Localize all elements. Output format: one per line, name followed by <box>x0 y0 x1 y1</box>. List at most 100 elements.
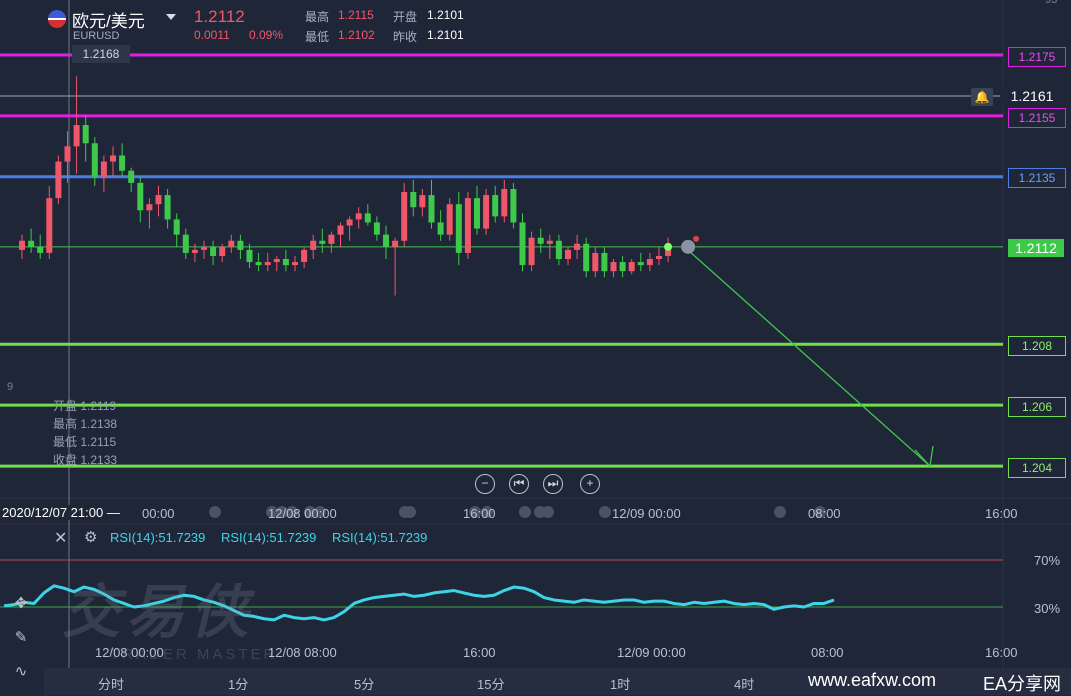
time-label-6: 16:00 <box>985 506 1018 521</box>
event-marker-icon <box>404 506 416 518</box>
candle-body <box>419 195 426 208</box>
candle-body <box>392 240 399 247</box>
zoom-in-icon[interactable]: + <box>580 474 600 494</box>
candle-body <box>119 155 126 171</box>
period-tab-tick[interactable]: 分时 <box>98 674 124 693</box>
candle-body <box>474 198 480 229</box>
level-tag-7: 1.206 <box>1008 397 1066 417</box>
rsi-level-low: 30% <box>1034 601 1061 616</box>
candle-body <box>519 222 526 266</box>
footer-brand: EA分享网 <box>983 674 1062 694</box>
last-price-dot <box>664 242 673 251</box>
rsi-time-label-4: 12/09 00:00 <box>617 645 686 660</box>
candle-body <box>237 240 244 250</box>
candle-body <box>537 237 544 244</box>
candle-body <box>282 259 289 266</box>
rsi-label-2: RSI(14):51.7239 <box>221 530 317 545</box>
time-label-4: 12/09 00:00 <box>612 506 681 521</box>
candle-body <box>55 161 62 199</box>
ohlc-low: 最低 1.2115 <box>53 435 117 449</box>
candle-body <box>37 246 44 253</box>
candle-body <box>301 249 308 263</box>
candle-body <box>555 240 562 260</box>
rsi-level-high: 70% <box>1034 553 1061 568</box>
candle-body <box>255 262 262 266</box>
candle-body <box>628 262 635 272</box>
rsi-time-label-6: 16:00 <box>985 645 1018 660</box>
candle-body <box>46 198 53 253</box>
candle-body <box>310 240 317 250</box>
time-label-3: 16:00 <box>463 506 496 521</box>
event-marker-icon <box>519 506 531 518</box>
current-price: 1.2112 <box>194 7 245 26</box>
candle-body <box>583 243 590 272</box>
pencil-icon[interactable]: ✎ <box>8 628 34 650</box>
rsi-time-label-1: 12/08 00:00 <box>95 645 164 660</box>
zoom-out-icon[interactable]: − <box>475 474 495 494</box>
candle-body <box>219 246 226 256</box>
candle-body <box>73 125 80 147</box>
candle-body <box>373 222 380 235</box>
level-tag-1: 1.2175 <box>1008 47 1066 67</box>
candle-body <box>292 262 298 266</box>
watermark-logo: 交易侠 <box>62 580 255 645</box>
candle-body <box>446 204 453 235</box>
axis-partial-label: 93 <box>1045 0 1058 6</box>
indicator-icon[interactable]: ∿ <box>8 662 34 684</box>
candle-body <box>100 161 107 177</box>
candle-body <box>28 240 35 247</box>
jump-end-icon[interactable]: ⏭ <box>543 474 563 494</box>
jump-start-icon[interactable]: ⏮ <box>509 474 529 494</box>
candle-body <box>483 195 490 229</box>
open-label: 开盘 <box>393 10 418 24</box>
candle-body <box>182 234 189 253</box>
candle-body <box>155 195 162 205</box>
ohlc-open: 开盘 1.2119 <box>53 399 117 413</box>
chevron-down-icon[interactable] <box>166 14 176 20</box>
symbol-code: EURUSD <box>73 30 120 42</box>
low-value: 1.2102 <box>338 28 375 42</box>
candle-body <box>492 195 499 217</box>
candle-body <box>656 255 662 260</box>
rsi-time-label-5: 08:00 <box>811 645 844 660</box>
event-marker-icon <box>209 506 221 518</box>
candle-body <box>355 213 362 220</box>
period-tab-4h[interactable]: 4时 <box>734 674 754 693</box>
candle-body <box>210 246 217 256</box>
time-label-1: 00:00 <box>142 506 175 521</box>
time-label-5: 08:00 <box>808 506 841 521</box>
candle-body <box>565 249 571 260</box>
candle-body <box>510 188 517 223</box>
candle-body <box>383 234 389 247</box>
prev-close-value: 1.2101 <box>427 28 464 42</box>
period-tab-15m[interactable]: 15分 <box>477 674 504 693</box>
candle-body <box>410 192 417 208</box>
high-label: 最高 <box>305 10 330 24</box>
settings-icon[interactable]: ⚙ <box>84 528 97 546</box>
candle-body <box>455 204 462 253</box>
current-price-tag: 1.2112 <box>1008 239 1064 257</box>
candle-body <box>437 222 444 235</box>
candle-body <box>619 262 626 272</box>
candle-body <box>273 259 280 263</box>
candle-body <box>401 192 408 241</box>
candle-body <box>110 155 116 162</box>
candle-body <box>501 188 508 217</box>
crosshair-time-tag: 2020/12/07 21:00 — <box>0 505 122 520</box>
rsi-time-label-2: 12/08 08:00 <box>268 645 337 660</box>
symbol-name[interactable]: 欧元/美元 <box>72 7 145 32</box>
period-tab-5m[interactable]: 5分 <box>354 674 374 693</box>
candle-body <box>228 240 235 247</box>
price-change: 0.0011 <box>194 28 230 42</box>
candle-body <box>637 262 644 266</box>
candle-body <box>428 195 435 223</box>
candle-body <box>137 182 144 211</box>
forecast-arrow-line <box>690 252 931 467</box>
event-marker-icon <box>774 506 786 518</box>
alert-bell-icon[interactable]: 🔔 <box>971 88 993 106</box>
period-tab-1m[interactable]: 1分 <box>228 674 248 693</box>
crosshair-tool-icon[interactable]: ✥ <box>8 594 34 616</box>
period-tab-1h[interactable]: 1时 <box>610 674 630 693</box>
ohlc-close: 收盘 1.2133 <box>53 453 118 467</box>
close-icon[interactable]: ✕ <box>54 528 67 548</box>
